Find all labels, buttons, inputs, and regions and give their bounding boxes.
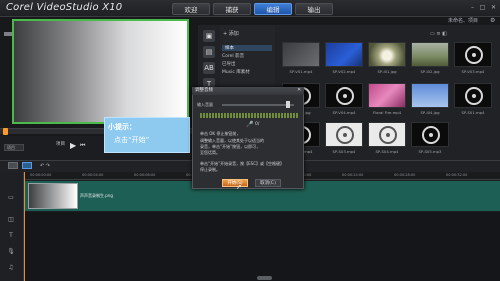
input-volume-label: 输入音量 <box>197 102 213 107</box>
media-thumbnail-label: SP-S03.mp4 <box>332 149 356 154</box>
play-button[interactable]: ▶ <box>70 141 76 150</box>
undo-icon[interactable]: ↶ ↷ <box>40 163 50 169</box>
timeline-clip[interactable] <box>28 183 78 209</box>
add-folder-button[interactable]: + 添加 <box>223 30 239 37</box>
audio-level-meter <box>200 113 298 118</box>
tip-callout-body: 点击“开始” <box>114 136 150 144</box>
media-thumbnail-label: SP-S05.mp3 <box>418 149 442 154</box>
media-thumbnail-label: SP-V04.mp4 <box>332 110 356 115</box>
thumbnail-view-toolbar[interactable]: ▭ ≡ ◧ <box>430 31 447 37</box>
timeline-tick-label: 00:00:24:00 <box>342 173 364 177</box>
preview-toggle-icon[interactable] <box>4 32 12 36</box>
title-track-icon[interactable]: T <box>6 232 16 240</box>
playback-mode-select[interactable]: 项目 <box>4 144 24 151</box>
close-icon[interactable]: ✕ <box>297 87 301 93</box>
transition-icon[interactable]: AB <box>203 62 215 74</box>
tab-capture[interactable]: 捕获 <box>213 3 251 15</box>
gear-icon[interactable]: ⚙ <box>490 17 495 24</box>
tab-share[interactable]: 输出 <box>295 3 333 15</box>
cancel-button[interactable]: 取消(C) <box>255 179 281 187</box>
media-thumbnail-label: SP-I02.jpg <box>420 69 440 74</box>
project-mode-label: 项目 <box>56 142 65 147</box>
mic-value: 0/ <box>255 122 260 127</box>
media-thumbnail[interactable] <box>325 42 363 67</box>
tab-edit[interactable]: 编辑 <box>254 3 292 15</box>
audio-disc-icon <box>336 87 354 105</box>
media-thumbnail-label: SP-I04.jpg <box>420 110 440 115</box>
scrub-handle[interactable] <box>3 128 8 135</box>
library-item[interactable]: Corel 影音 <box>222 53 244 59</box>
media-thumbnail-label: SP-S01.mp4 <box>461 110 485 115</box>
media-thumbnail[interactable] <box>282 42 320 67</box>
audio-disc-icon <box>422 126 440 144</box>
media-thumbnail[interactable] <box>368 83 406 108</box>
media-thumbnail[interactable] <box>411 42 449 67</box>
tip-callout-title: 小提示： <box>108 123 136 131</box>
overlay-track-icon[interactable]: ◫ <box>6 216 16 224</box>
audio-disc-icon <box>379 126 397 144</box>
audio-disc-icon <box>465 87 483 105</box>
close-icon[interactable]: ✕ <box>489 3 498 12</box>
dialog-title: 调整音频 <box>192 87 304 95</box>
minimize-icon[interactable]: – <box>468 3 477 12</box>
audio-disc-icon <box>336 126 354 144</box>
media-thumbnail-label: SP-I01.jpg <box>377 69 397 74</box>
overlay-tracks-area[interactable] <box>24 212 500 281</box>
media-thumbnail[interactable] <box>454 83 492 108</box>
video-track-icon[interactable]: ▭ <box>6 194 16 202</box>
timeline-view-icon[interactable] <box>22 162 32 169</box>
dialog-text-line: 至您话筒。 <box>200 150 220 155</box>
mouse-cursor-icon: ➚ <box>236 183 242 191</box>
media-thumbnail[interactable] <box>325 122 363 147</box>
project-name: 未命名、项目 <box>448 18 479 24</box>
media-thumbnail[interactable] <box>325 83 363 108</box>
voice-track-icon[interactable]: 🎙 <box>6 248 16 256</box>
videostudio-window: Corel VideoStudio X10 欢迎 捕获 编辑 输出 – □ ✕ … <box>0 0 500 281</box>
instant-project-icon[interactable]: ▤ <box>203 46 215 58</box>
start-button[interactable]: 开始(S) <box>222 179 248 187</box>
maximize-icon[interactable]: □ <box>478 3 487 12</box>
media-thumbnail[interactable] <box>368 42 406 67</box>
timeline-clip-name: 声声音录制生.png <box>80 193 113 198</box>
input-volume-slider[interactable] <box>222 104 294 106</box>
media-thumbnail[interactable] <box>411 83 449 108</box>
timeline-tick-label: 00:00:04:00 <box>82 173 104 177</box>
app-title: Corel VideoStudio X10 <box>6 2 123 13</box>
timeline-scrollbar[interactable] <box>257 276 272 280</box>
media-icon[interactable]: ▣ <box>203 30 215 42</box>
media-thumbnail-label: Floral Fire.mp4 <box>372 110 402 115</box>
media-thumbnail-label: SP-V01.mp4 <box>289 69 313 74</box>
media-thumbnail[interactable] <box>454 42 492 67</box>
timeline-tick-label: 00:00:32:00 <box>446 173 468 177</box>
timeline-tick-label: 00:00:08:00 <box>134 173 156 177</box>
media-thumbnail-label: SP-V03.mp4 <box>461 69 485 74</box>
library-item[interactable]: 已导出 <box>222 61 236 67</box>
library-item[interactable]: 样本 <box>222 45 272 51</box>
preview-screen[interactable] <box>12 19 189 124</box>
input-volume-slider-knob[interactable] <box>286 101 290 108</box>
media-thumbnail-label: SP-V02.mp4 <box>332 69 356 74</box>
media-thumbnail[interactable] <box>411 122 449 147</box>
media-thumbnail-label: SP-S04.mp4 <box>375 149 399 154</box>
dialog-text-line: 停止录制。 <box>200 167 220 172</box>
rewind-button[interactable]: ⏮ <box>80 142 85 150</box>
timeline-tick-label: 00:00:00:00 <box>30 173 52 177</box>
media-thumbnail[interactable] <box>368 122 406 147</box>
dialog-text-line: 单击 OK 停止按钮前， <box>200 131 241 136</box>
music-track-icon[interactable]: ♫ <box>6 264 16 272</box>
storyboard-view-icon[interactable] <box>8 162 18 169</box>
playhead[interactable] <box>24 172 25 281</box>
microphone-icon: 🎤 <box>246 121 254 128</box>
library-item[interactable]: Music 库素材 <box>222 69 250 75</box>
timeline-tick-label: 00:00:28:00 <box>394 173 416 177</box>
tab-welcome[interactable]: 欢迎 <box>172 3 210 15</box>
audio-disc-icon <box>465 46 483 64</box>
